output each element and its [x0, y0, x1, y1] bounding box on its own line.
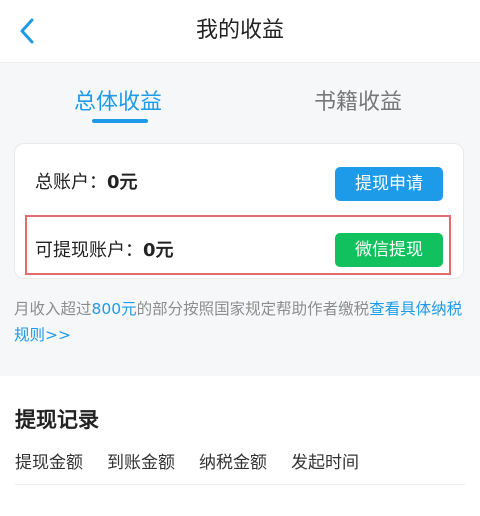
column-header: 纳税金额	[199, 453, 267, 473]
withdraw-records-section: 提现记录 提现金额 到账金额 纳税金额 发起时间	[0, 376, 480, 516]
records-columns: 提现金额 到账金额 纳税金额 发起时间	[15, 448, 359, 473]
tab-overall-earnings[interactable]: 总体收益	[74, 84, 162, 116]
tab-bar: 总体收益 书籍收益	[0, 62, 480, 140]
tax-note: 月收入超过800元的部分按照国家规定帮助作者缴税查看具体纳税规则>>	[14, 296, 464, 348]
records-title: 提现记录	[15, 408, 99, 432]
column-header: 提现金额	[15, 453, 83, 473]
withdrawable-account-value: 0元	[143, 240, 174, 261]
total-account-row: 总账户：0元 提现申请	[15, 150, 463, 206]
page-title: 我的收益	[195, 18, 284, 43]
withdraw-apply-button[interactable]: 提现申请	[335, 167, 443, 201]
withdrawable-account-label: 可提现账户：	[35, 240, 143, 261]
total-account-value: 0元	[107, 172, 138, 193]
tab-book-earnings[interactable]: 书籍收益	[314, 84, 402, 116]
column-header: 发起时间	[291, 453, 359, 473]
active-tab-indicator	[92, 119, 148, 123]
column-header: 到账金额	[107, 453, 175, 473]
withdrawable-account-row: 可提现账户：0元 微信提现	[15, 218, 463, 274]
account-card: 总账户：0元 提现申请 可提现账户：0元 微信提现	[14, 143, 464, 279]
tax-threshold-amount: 800元	[91, 300, 137, 318]
total-account-label: 总账户：	[35, 172, 107, 193]
wechat-withdraw-button[interactable]: 微信提现	[335, 233, 443, 267]
tax-note-prefix: 月收入超过	[14, 300, 92, 318]
app-header: 我的收益	[0, 0, 480, 63]
divider	[15, 484, 465, 485]
tax-note-middle: 的部分按照国家规定帮助作者缴税	[136, 300, 370, 318]
